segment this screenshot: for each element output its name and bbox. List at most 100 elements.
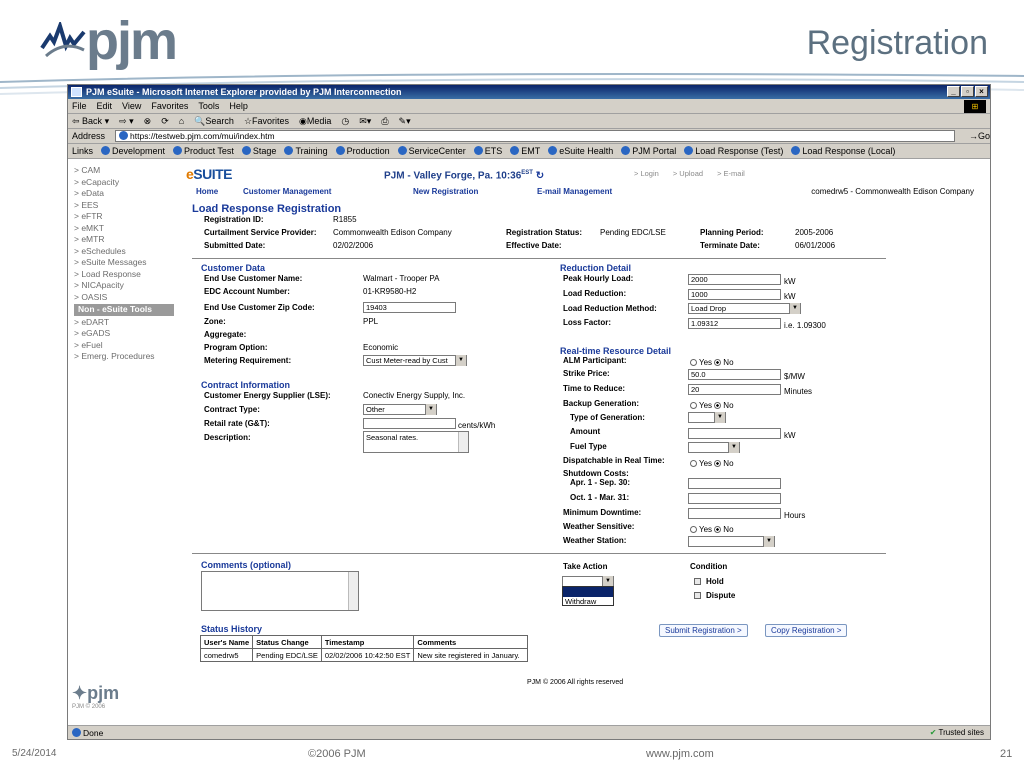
dropdown-highlight[interactable] <box>563 587 613 597</box>
email-link[interactable]: > E-mail <box>717 169 745 178</box>
comments-textarea[interactable] <box>201 571 359 611</box>
upload-link[interactable]: > Upload <box>673 169 703 178</box>
menu-view[interactable]: View <box>122 101 141 111</box>
min-downtime-input[interactable] <box>688 508 781 519</box>
gen-type-select[interactable] <box>688 412 726 423</box>
loss-factor-input[interactable]: 1.09312 <box>688 318 781 329</box>
zip-input[interactable]: 19403 <box>363 302 456 313</box>
metering-select[interactable]: Cust Meter-read by Cust <box>363 355 467 366</box>
link-stage[interactable]: Stage <box>241 146 276 156</box>
peak-load-input[interactable]: 2000 <box>688 274 781 285</box>
strike-price-input[interactable]: 50.0 <box>688 369 781 380</box>
mail-icon[interactable]: ✉▾ <box>359 116 371 127</box>
nav-item[interactable]: > eFuel <box>74 340 174 352</box>
nav-item[interactable]: > Emerg. Procedures <box>74 351 174 363</box>
home-link[interactable]: Home <box>196 187 218 196</box>
page-status-icon <box>72 728 81 737</box>
new-registration-link[interactable]: New Registration <box>413 187 478 196</box>
nav-item[interactable]: > Load Response <box>74 269 174 281</box>
nav-item[interactable]: > eCapacity <box>74 177 174 189</box>
nav-item[interactable]: > eData <box>74 188 174 200</box>
nav-item[interactable]: > eMKT <box>74 223 174 235</box>
shutdown-apr-input[interactable] <box>688 478 781 489</box>
link-product-test[interactable]: Product Test <box>173 146 234 156</box>
menu-tools[interactable]: Tools <box>198 101 219 111</box>
submit-registration-button[interactable]: Submit Registration > <box>659 624 748 637</box>
nav-item[interactable]: > eGADS <box>74 328 174 340</box>
print-icon[interactable]: ⎙ <box>381 116 388 127</box>
customer-management-link[interactable]: Customer Management <box>243 187 331 196</box>
stop-icon[interactable]: ⊗ <box>144 116 152 127</box>
link-load-response-test[interactable]: Load Response (Test) <box>684 146 783 156</box>
shutdown-oct-input[interactable] <box>688 493 781 504</box>
load-reduction-input[interactable]: 1000 <box>688 289 781 300</box>
pjm-swoosh-icon <box>40 22 86 58</box>
search-button[interactable]: 🔍Search <box>194 116 234 127</box>
nav-item[interactable]: > CAM <box>74 165 174 177</box>
link-servicecenter[interactable]: ServiceCenter <box>397 146 466 156</box>
alm-radio[interactable]: Yes No <box>690 358 734 367</box>
edit-icon[interactable]: ✎▾ <box>399 116 411 127</box>
minimize-button[interactable]: _ <box>947 86 960 97</box>
weather-station-select[interactable] <box>688 536 775 547</box>
label: Retail rate (G&T): <box>204 419 270 428</box>
status-text: Done <box>83 728 104 738</box>
refresh-icon[interactable]: ⟳ <box>161 116 169 127</box>
back-button[interactable]: ⇦ Back ▾ <box>72 116 109 127</box>
amount-input[interactable] <box>688 428 781 439</box>
option-withdraw[interactable]: Withdraw <box>563 597 613 606</box>
history-icon[interactable]: ◷ <box>341 116 349 127</box>
time-to-reduce-input[interactable]: 20 <box>688 384 781 395</box>
go-button[interactable]: →Go <box>969 131 990 141</box>
menu-favorites[interactable]: Favorites <box>151 101 188 111</box>
retail-rate-input[interactable] <box>363 418 456 429</box>
link-training[interactable]: Training <box>284 146 328 156</box>
registration-id: R1855 <box>333 215 357 224</box>
nav-item[interactable]: > EES <box>74 200 174 212</box>
label: Fuel Type <box>570 442 607 451</box>
nav-item[interactable]: > eMTR <box>74 234 174 246</box>
nav-item[interactable]: > NICApacity <box>74 280 174 292</box>
nav-item[interactable]: > eDART <box>74 317 174 329</box>
hold-checkbox[interactable]: Hold <box>694 577 724 586</box>
label: Load Reduction Method: <box>563 304 657 313</box>
link-esuite-health[interactable]: eSuite Health <box>548 146 613 156</box>
reduction-method-select[interactable]: Load Drop <box>688 303 801 314</box>
security-zone: ✔ Trusted sites <box>929 728 984 737</box>
fuel-type-select[interactable] <box>688 442 740 453</box>
email-management-link[interactable]: E-mail Management <box>537 187 612 196</box>
forward-button[interactable]: ⇨ ▾ <box>119 116 134 127</box>
weather-radio[interactable]: Yes No <box>690 525 734 534</box>
favorites-button[interactable]: ☆Favorites <box>244 116 289 127</box>
link-load-response-local[interactable]: Load Response (Local) <box>791 146 895 156</box>
menu-help[interactable]: Help <box>229 101 248 111</box>
link-emt[interactable]: EMT <box>510 146 540 156</box>
unit: $/MW <box>784 372 805 381</box>
media-button[interactable]: ◉Media <box>299 116 331 127</box>
link-ets[interactable]: ETS <box>473 146 502 156</box>
nav-item[interactable]: > eSuite Messages <box>74 257 174 269</box>
dispute-checkbox[interactable]: Dispute <box>694 591 735 600</box>
label: Backup Generation: <box>563 399 640 408</box>
link-development[interactable]: Development <box>101 146 165 156</box>
menu-file[interactable]: File <box>72 101 87 111</box>
backup-radio[interactable]: Yes No <box>690 401 734 410</box>
description-textarea[interactable]: Seasonal rates. <box>363 431 469 453</box>
address-input[interactable]: https://testweb.pjm.com/mui/index.htm <box>115 130 955 142</box>
dispatch-radio[interactable]: Yes No <box>690 459 734 468</box>
home-icon[interactable]: ⌂ <box>179 116 184 126</box>
link-production[interactable]: Production <box>335 146 390 156</box>
close-button[interactable]: × <box>975 86 988 97</box>
maximize-button[interactable]: ▫ <box>961 86 974 97</box>
copy-registration-button[interactable]: Copy Registration > <box>765 624 848 637</box>
refresh-icon[interactable]: ↻ <box>536 170 544 181</box>
nav-item[interactable]: > eFTR <box>74 211 174 223</box>
menu-edit[interactable]: Edit <box>97 101 113 111</box>
nav-item[interactable]: > OASIS <box>74 292 174 304</box>
link-pjm-portal[interactable]: PJM Portal <box>621 146 676 156</box>
login-link[interactable]: > Login <box>634 169 659 178</box>
section-comments: Comments (optional) <box>201 560 291 570</box>
nav-item[interactable]: > eSchedules <box>74 246 174 258</box>
contract-type-select[interactable]: Other <box>363 404 437 415</box>
take-action-dropdown[interactable]: Withdraw <box>562 586 614 606</box>
